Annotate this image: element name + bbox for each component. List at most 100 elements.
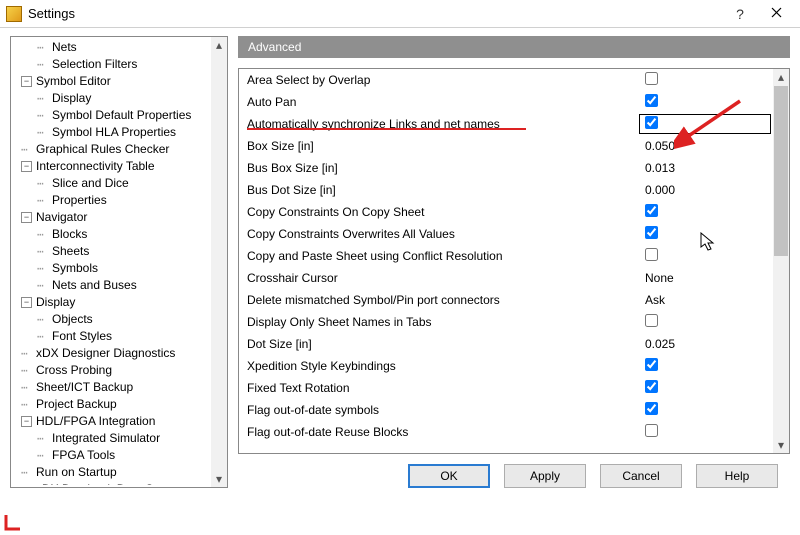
close-icon [771,7,782,21]
property-name: Automatically synchronize Links and net … [247,117,645,131]
property-checkbox[interactable] [645,204,658,217]
property-row: Area Select by Overlap [239,69,773,91]
tree-item-label: FPGA Tools [51,447,116,464]
property-row: Fixed Text Rotation [239,377,773,399]
scroll-up-icon[interactable]: ▴ [773,69,789,85]
tree-item[interactable]: ⋯xDX Designer Diagnostics [13,345,211,362]
property-name: Copy and Paste Sheet using Conflict Reso… [247,249,645,263]
tree-item[interactable]: −Interconnectivity Table [13,158,211,175]
property-name: Copy Constraints On Copy Sheet [247,205,645,219]
property-row: Crosshair CursorNone [239,267,773,289]
ok-button[interactable]: OK [408,464,490,488]
property-value[interactable]: 0.050 [645,139,765,153]
dialog-buttons: OK Apply Cancel Help [238,454,790,488]
property-name: Dot Size [in] [247,337,645,351]
tree-item[interactable]: ⋯Nets [13,39,211,56]
property-value[interactable]: 0.013 [645,161,765,175]
property-value[interactable]: None [645,271,765,285]
property-checkbox[interactable] [645,226,658,239]
tree-item[interactable]: −Symbol Editor [13,73,211,90]
property-checkbox[interactable] [645,248,658,261]
tree-item[interactable]: ⋯Display [13,90,211,107]
tree-item-label: Symbol HLA Properties [51,124,177,141]
property-row: Bus Dot Size [in]0.000 [239,179,773,201]
tree-item-label: Sheet/ICT Backup [35,379,134,396]
property-name: Box Size [in] [247,139,645,153]
tree-item[interactable]: ⋯Run on Startup [13,464,211,481]
help-button[interactable]: Help [696,464,778,488]
cancel-button[interactable]: Cancel [600,464,682,488]
tree-item-label: Symbol Default Properties [51,107,192,124]
tree-item[interactable]: ⋯Objects [13,311,211,328]
tree-item[interactable]: ⋯Project Backup [13,396,211,413]
tree-item[interactable]: ⋯Graphical Rules Checker [13,141,211,158]
collapse-icon[interactable]: − [21,416,32,427]
property-value[interactable]: 0.025 [645,337,765,351]
property-row: Dot Size [in]0.025 [239,333,773,355]
property-name: Bus Dot Size [in] [247,183,645,197]
property-name: Flag out-of-date Reuse Blocks [247,425,645,439]
scroll-down-icon[interactable]: ▾ [773,437,789,453]
scroll-up-icon[interactable]: ▴ [211,37,227,53]
grid-scrollbar[interactable]: ▴ ▾ [773,69,789,453]
property-name: Copy Constraints Overwrites All Values [247,227,645,241]
tree-item[interactable]: −Display [13,294,211,311]
tree-item[interactable]: ⋯Symbol Default Properties [13,107,211,124]
close-button[interactable] [758,2,794,26]
property-name: Flag out-of-date symbols [247,403,645,417]
tree-item[interactable]: ⋯Slice and Dice [13,175,211,192]
property-grid: Area Select by Overlap Auto Pan Automatica… [238,68,790,454]
property-row: Delete mismatched Symbol/Pin port connec… [239,289,773,311]
tree-item-label: Nets and Buses [51,277,138,294]
tree-item[interactable]: ⋯Integrated Simulator [13,430,211,447]
tree-item-label: Project Backup [35,396,118,413]
apply-button[interactable]: Apply [504,464,586,488]
property-checkbox[interactable] [645,402,658,415]
tree-item[interactable]: ⋯Blocks [13,226,211,243]
tree-item[interactable]: ⋯Sheet/ICT Backup [13,379,211,396]
collapse-icon[interactable]: − [21,161,32,172]
tree-item[interactable]: ⋯Symbols [13,260,211,277]
property-checkbox[interactable] [645,116,658,129]
property-name: Xpedition Style Keybindings [247,359,645,373]
property-name: Display Only Sheet Names in Tabs [247,315,645,329]
tree-item-label: Symbol Editor [35,73,112,90]
property-checkbox[interactable] [645,314,658,327]
tree-item-label: Interconnectivity Table [35,158,156,175]
scroll-down-icon[interactable]: ▾ [211,471,227,487]
tree-item-label: Run on Startup [35,464,118,481]
tree-scrollbar[interactable]: ▴ ▾ [211,37,227,487]
tree-item[interactable]: ⋯Selection Filters [13,56,211,73]
property-checkbox[interactable] [645,380,658,393]
property-row: Flag out-of-date symbols [239,399,773,421]
tree-item[interactable]: −Navigator [13,209,211,226]
collapse-icon[interactable]: − [21,76,32,87]
property-checkbox[interactable] [645,358,658,371]
property-value[interactable]: 0.000 [645,183,765,197]
scroll-thumb[interactable] [774,86,788,256]
tree-item-label: xDX Designer Diagnostics [35,345,176,362]
section-header: Advanced [238,36,790,58]
tree-item[interactable]: ⋯Symbol HLA Properties [13,124,211,141]
collapse-icon[interactable]: − [21,212,32,223]
tree-item-label: Cross Probing [35,362,113,379]
property-name: Fixed Text Rotation [247,381,645,395]
collapse-icon[interactable]: − [21,297,32,308]
settings-tree[interactable]: ⋯Nets⋯Selection Filters−Symbol Editor⋯Di… [10,36,228,488]
tree-item[interactable]: ⋯Nets and Buses [13,277,211,294]
tree-item[interactable]: −HDL/FPGA Integration [13,413,211,430]
property-checkbox[interactable] [645,424,658,437]
tree-item[interactable]: ⋯Font Styles [13,328,211,345]
tree-item[interactable]: ⋯FPGA Tools [13,447,211,464]
property-value[interactable]: Ask [645,293,765,307]
property-name: Auto Pan [247,95,645,109]
property-checkbox[interactable] [645,72,658,85]
tree-item[interactable]: ⋯Sheets [13,243,211,260]
tree-item-label: Properties [51,192,108,209]
property-row: Display Only Sheet Names in Tabs [239,311,773,333]
tree-item[interactable]: ⋯Properties [13,192,211,209]
tree-item[interactable]: ⋯Cross Probing [13,362,211,379]
tree-item[interactable]: ⋯xDX Databook Data Source [13,481,211,485]
property-checkbox[interactable] [645,94,658,107]
help-button[interactable]: ? [722,2,758,26]
